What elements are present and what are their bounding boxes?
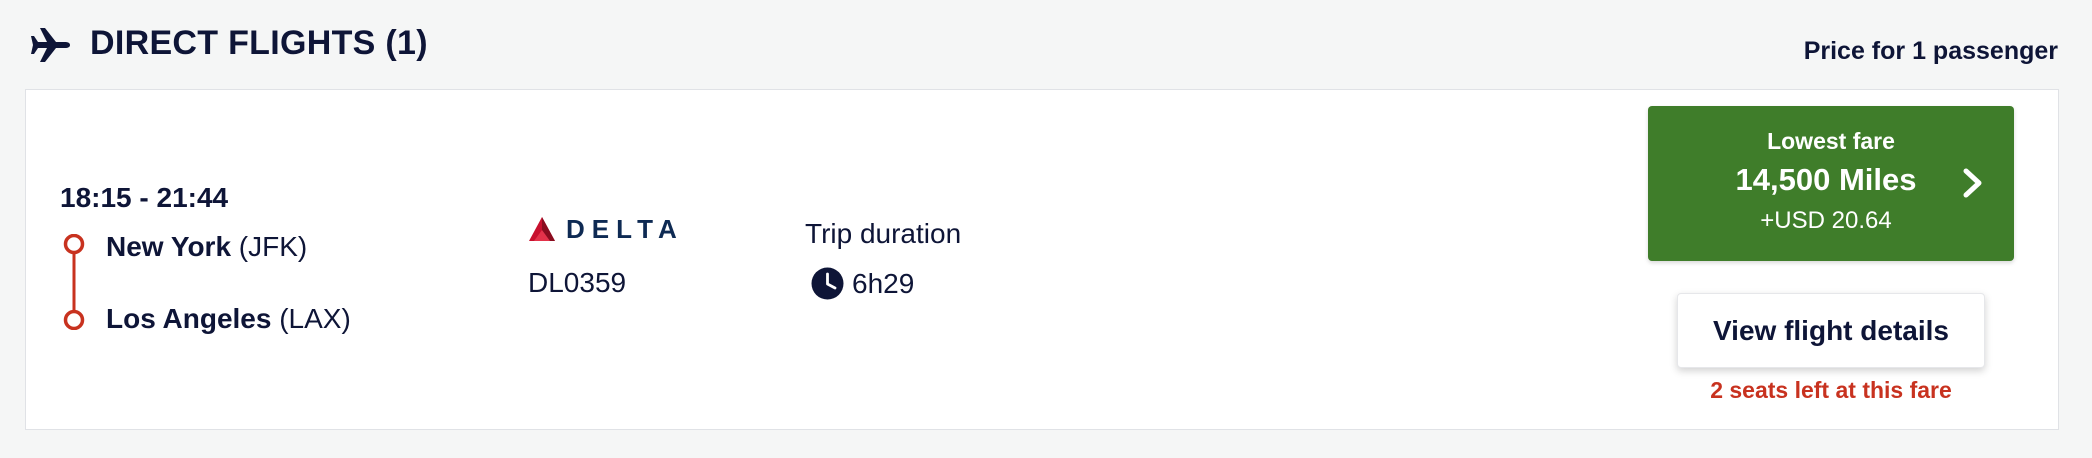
fare-miles: 14,500 Miles xyxy=(1735,162,1917,197)
origin-airport: New York (JFK) xyxy=(106,231,307,263)
route-line xyxy=(63,234,85,330)
delta-logo-icon xyxy=(529,217,555,241)
fare-tax: +USD 20.64 xyxy=(1760,207,1892,234)
seats-left-warning: 2 seats left at this fare xyxy=(1710,377,1952,403)
destination-marker xyxy=(63,309,85,330)
chevron-right-icon xyxy=(1963,168,1982,198)
duration-label: Trip duration xyxy=(805,218,962,249)
section-title: DIRECT FLIGHTS (1) xyxy=(90,24,428,62)
origin-city: New York xyxy=(106,231,232,262)
lowest-fare-button[interactable]: Lowest fare 14,500 Miles +USD 20.64 xyxy=(1648,106,2014,261)
airplane-icon xyxy=(31,28,70,62)
flight-number: DL0359 xyxy=(528,267,627,298)
flight-card: 18:15 - 21:44 New York (JFK) Los Angeles… xyxy=(25,89,2059,430)
fare-label: Lowest fare xyxy=(1767,128,1895,154)
flight-times: 18:15 - 21:44 xyxy=(60,182,229,213)
clock-icon xyxy=(811,267,844,300)
airline-name: DELTA xyxy=(566,213,684,244)
destination-city: Los Angeles xyxy=(106,303,272,334)
duration-value: 6h29 xyxy=(852,267,915,299)
trip-duration: 6h29 xyxy=(811,267,914,300)
origin-marker xyxy=(63,234,85,255)
view-flight-details-button[interactable]: View flight details xyxy=(1677,293,1985,368)
origin-code: (JFK) xyxy=(238,231,308,262)
airline-logo: DELTA xyxy=(528,214,684,244)
results-header: DIRECT FLIGHTS (1) Price for 1 passenger xyxy=(0,0,2092,90)
price-note: Price for 1 passenger xyxy=(1803,37,2058,65)
destination-airport: Los Angeles (LAX) xyxy=(106,303,351,335)
destination-code: (LAX) xyxy=(279,303,351,334)
